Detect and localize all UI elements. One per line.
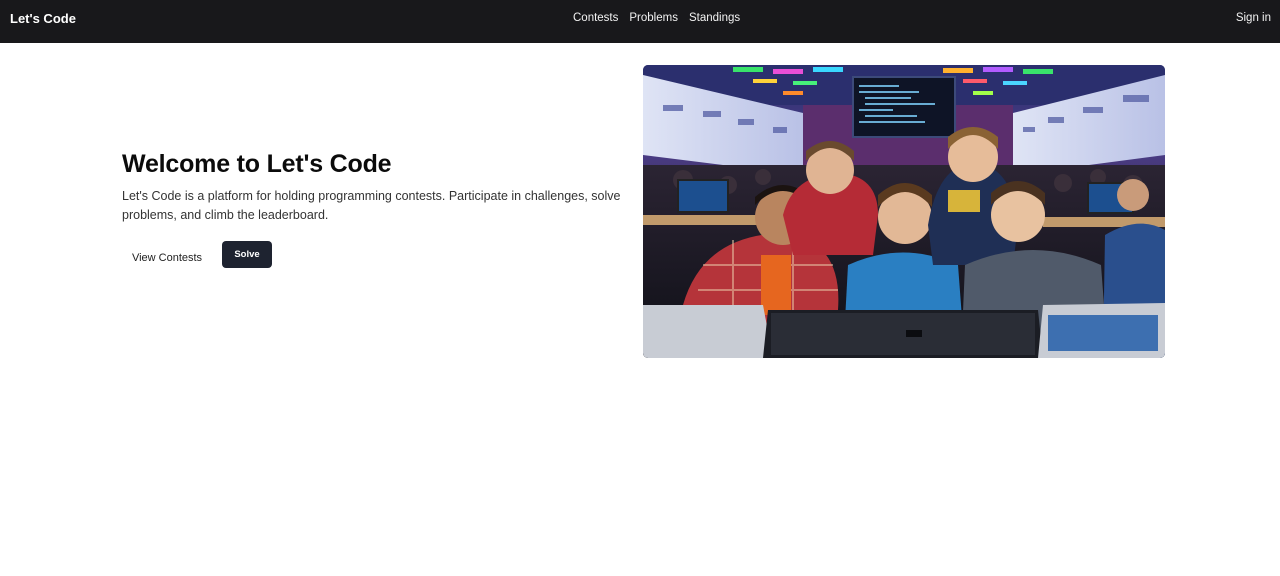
nav-link-standings[interactable]: Standings — [689, 12, 740, 24]
solve-button[interactable]: Solve — [222, 241, 272, 268]
hero-description: Let's Code is a platform for holding pro… — [122, 189, 621, 222]
hero-image — [643, 65, 1165, 358]
nav-link-problems[interactable]: Problems — [629, 12, 678, 24]
top-navbar: Let's Code Contests Problems Standings S… — [0, 0, 1280, 43]
view-contests-button[interactable]: View Contests — [122, 246, 212, 270]
contest-photo-illustration — [643, 65, 1165, 358]
sign-in-link[interactable]: Sign in — [1236, 12, 1271, 24]
hero-title: Welcome to Let's Code — [122, 150, 392, 178]
brand-logo-link[interactable]: Let's Code — [10, 11, 76, 26]
nav-links: Contests Problems Standings — [573, 12, 740, 24]
nav-link-contests[interactable]: Contests — [573, 12, 618, 24]
